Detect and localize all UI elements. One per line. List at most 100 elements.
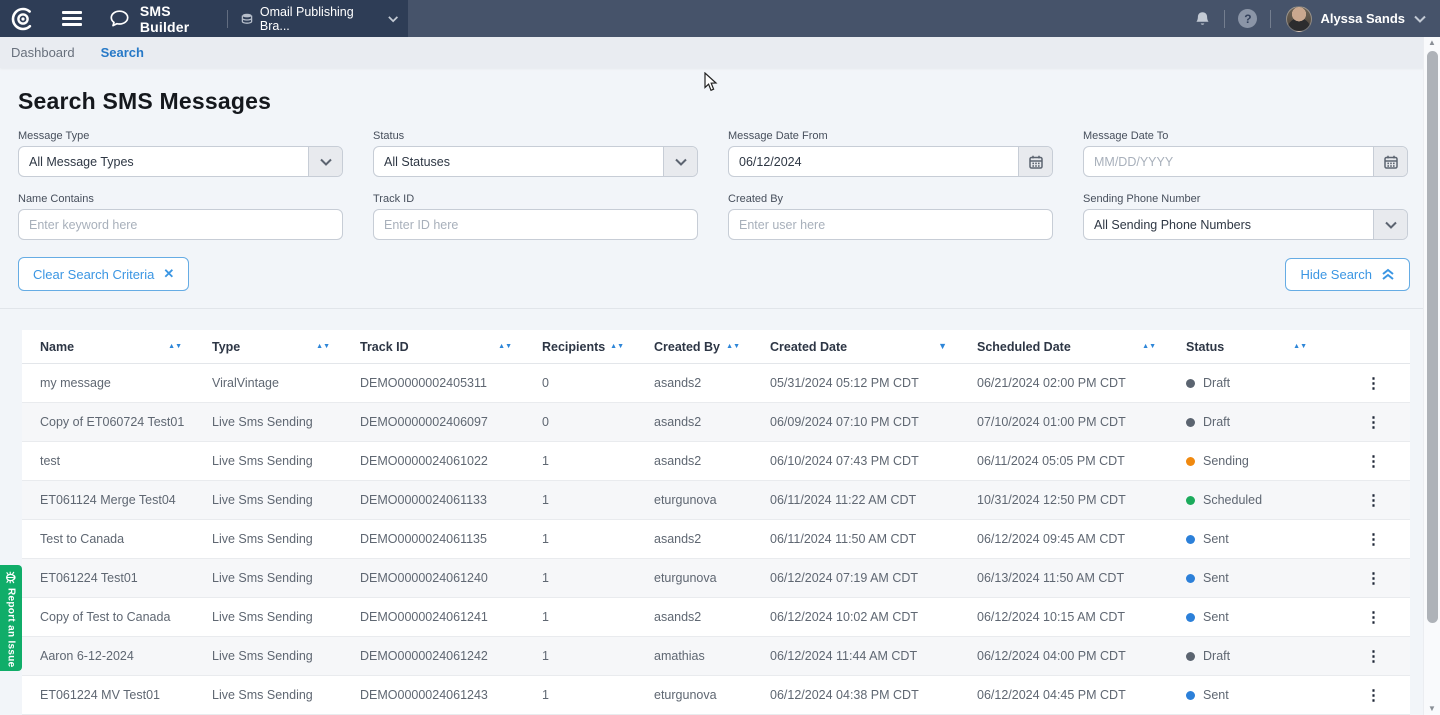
created-by-input[interactable]	[729, 210, 1052, 239]
row-kebab-menu-icon[interactable]: ⋮	[1356, 413, 1391, 431]
cell-scheduled-date: 06/12/2024 09:45 AM CDT	[977, 532, 1186, 546]
column-header-scheduled-date[interactable]: Scheduled Date▲▼	[977, 340, 1186, 354]
cell-recipients: 1	[542, 532, 654, 546]
help-icon[interactable]: ?	[1238, 9, 1257, 28]
hide-search-label: Hide Search	[1300, 267, 1372, 282]
table-row[interactable]: test Live Sms Sending DEMO0000024061022 …	[22, 442, 1410, 481]
cell-name: Test to Canada	[22, 532, 212, 546]
navbar-divider	[1270, 10, 1271, 28]
row-kebab-menu-icon[interactable]: ⋮	[1356, 374, 1391, 392]
status-dot-icon	[1186, 457, 1195, 466]
column-header-created-by[interactable]: Created By▲▼	[654, 340, 770, 354]
app-logo-icon[interactable]	[8, 2, 38, 36]
account-switcher-dropdown[interactable]: Omail Publishing Bra...	[241, 5, 398, 33]
calendar-icon[interactable]	[1373, 147, 1407, 176]
sending-phone-select[interactable]: All Sending Phone Numbers	[1083, 209, 1408, 240]
field-created-by: Created By	[728, 193, 1053, 240]
row-kebab-menu-icon[interactable]: ⋮	[1356, 491, 1391, 509]
chevron-down-icon[interactable]	[308, 147, 342, 176]
sort-icon: ▲▼	[168, 344, 182, 350]
date-from-input[interactable]	[729, 147, 1018, 176]
user-avatar[interactable]	[1286, 6, 1312, 32]
sort-icon: ▲▼	[498, 344, 512, 350]
table-row[interactable]: ET061224 MV Test01 Live Sms Sending DEMO…	[22, 676, 1410, 715]
track-id-input[interactable]	[374, 210, 697, 239]
cell-type: ViralVintage	[212, 376, 360, 390]
message-type-label: Message Type	[18, 130, 343, 142]
menu-hamburger-icon[interactable]	[56, 5, 88, 32]
row-kebab-menu-icon[interactable]: ⋮	[1356, 569, 1391, 587]
column-header-recipients[interactable]: Recipients▲▼	[542, 340, 654, 354]
vertical-scrollbar[interactable]: ▲ ▼	[1423, 37, 1440, 715]
status-label: Sent	[1203, 688, 1229, 702]
cell-created-date: 06/09/2024 07:10 PM CDT	[770, 415, 977, 429]
table-row[interactable]: Aaron 6-12-2024 Live Sms Sending DEMO000…	[22, 637, 1410, 676]
cell-created-by: amathias	[654, 649, 770, 663]
cell-scheduled-date: 06/12/2024 04:00 PM CDT	[977, 649, 1186, 663]
nav-item-search[interactable]: Search	[101, 45, 144, 60]
column-header-created-date[interactable]: Created Date▼	[770, 340, 977, 354]
sending-phone-value: All Sending Phone Numbers	[1084, 218, 1373, 232]
column-header-name[interactable]: Name▲▼	[22, 340, 212, 354]
cell-track-id: DEMO0000024061022	[360, 454, 542, 468]
scrollbar-thumb[interactable]	[1427, 51, 1438, 623]
calendar-icon[interactable]	[1018, 147, 1052, 176]
status-label: Sent	[1203, 571, 1229, 585]
cell-name: test	[22, 454, 212, 468]
table-row[interactable]: Test to Canada Live Sms Sending DEMO0000…	[22, 520, 1410, 559]
notification-bell-icon[interactable]	[1194, 10, 1211, 28]
bug-icon	[5, 571, 18, 584]
chat-bubble-icon	[110, 10, 129, 27]
user-menu-chevron-icon[interactable]	[1414, 15, 1426, 23]
cell-scheduled-date: 10/31/2024 12:50 PM CDT	[977, 493, 1186, 507]
sending-phone-label: Sending Phone Number	[1083, 193, 1408, 205]
nav-item-dashboard[interactable]: Dashboard	[11, 45, 75, 60]
status-dot-icon	[1186, 418, 1195, 427]
status-dot-icon	[1186, 496, 1195, 505]
cell-status: Sent	[1186, 532, 1337, 546]
chevron-down-icon[interactable]	[1373, 210, 1407, 239]
message-type-select[interactable]: All Message Types	[18, 146, 343, 177]
scroll-up-arrow-icon[interactable]: ▲	[1428, 37, 1436, 49]
cell-created-by: eturgunova	[654, 688, 770, 702]
column-header-type[interactable]: Type▲▼	[212, 340, 360, 354]
table-row[interactable]: ET061124 Merge Test04 Live Sms Sending D…	[22, 481, 1410, 520]
status-label: Draft	[1203, 415, 1230, 429]
cell-track-id: DEMO0000002405311	[360, 376, 542, 390]
table-row[interactable]: ET061224 Test01 Live Sms Sending DEMO000…	[22, 559, 1410, 598]
table-row[interactable]: Copy of ET060724 Test01 Live Sms Sending…	[22, 403, 1410, 442]
name-contains-control	[18, 209, 343, 240]
cell-created-date: 05/31/2024 05:12 PM CDT	[770, 376, 977, 390]
row-kebab-menu-icon[interactable]: ⋮	[1356, 530, 1391, 548]
table-row[interactable]: my message ViralVintage DEMO000000240531…	[22, 364, 1410, 403]
date-to-input[interactable]	[1084, 147, 1373, 176]
status-dot-icon	[1186, 574, 1195, 583]
name-contains-input[interactable]	[19, 210, 342, 239]
table-row[interactable]: Copy of Test to Canada Live Sms Sending …	[22, 598, 1410, 637]
status-label: Status	[373, 130, 698, 142]
cell-recipients: 1	[542, 571, 654, 585]
cell-status: Sending	[1186, 454, 1337, 468]
report-an-issue-tab[interactable]: Report an Issue	[0, 565, 22, 671]
scroll-down-arrow-icon[interactable]: ▼	[1428, 703, 1436, 715]
column-header-status[interactable]: Status▲▼	[1186, 340, 1337, 354]
cell-track-id: DEMO0000024061135	[360, 532, 542, 546]
row-kebab-menu-icon[interactable]: ⋮	[1356, 452, 1391, 470]
cell-created-date: 06/12/2024 04:38 PM CDT	[770, 688, 977, 702]
field-status: Status All Statuses	[373, 130, 698, 177]
status-label: Sent	[1203, 610, 1229, 624]
clear-search-criteria-button[interactable]: Clear Search Criteria ✕	[18, 257, 189, 291]
table-body: my message ViralVintage DEMO000000240531…	[22, 364, 1410, 715]
row-kebab-menu-icon[interactable]: ⋮	[1356, 647, 1391, 665]
chevron-down-icon[interactable]	[663, 147, 697, 176]
row-kebab-menu-icon[interactable]: ⋮	[1356, 608, 1391, 626]
column-header-track-id[interactable]: Track ID▲▼	[360, 340, 542, 354]
cell-created-date: 06/11/2024 11:22 AM CDT	[770, 493, 977, 507]
hide-search-button[interactable]: Hide Search	[1285, 258, 1410, 291]
status-label: Sending	[1203, 454, 1249, 468]
page-title: Search SMS Messages	[18, 88, 1410, 115]
row-kebab-menu-icon[interactable]: ⋮	[1356, 686, 1391, 704]
status-select[interactable]: All Statuses	[373, 146, 698, 177]
cell-created-by: eturgunova	[654, 571, 770, 585]
user-name: Alyssa Sands	[1320, 11, 1405, 26]
